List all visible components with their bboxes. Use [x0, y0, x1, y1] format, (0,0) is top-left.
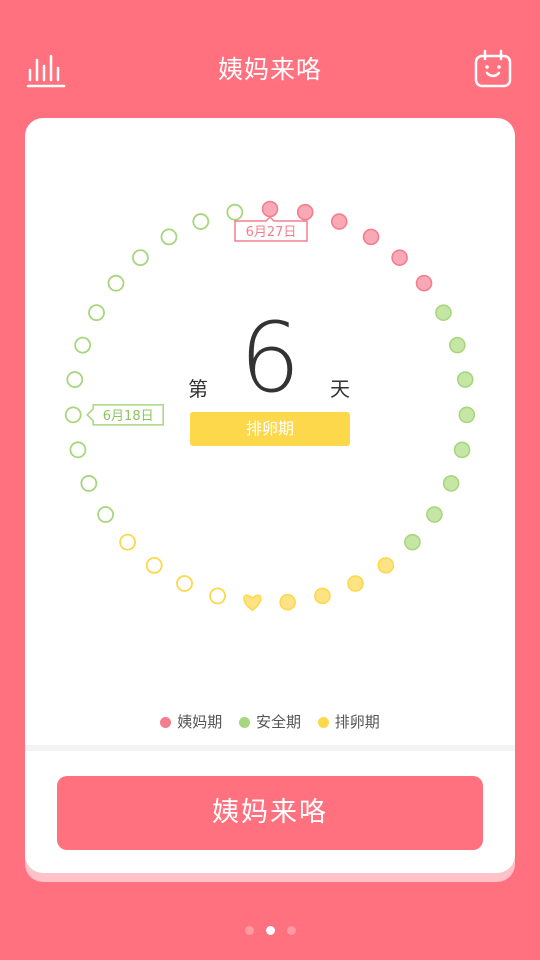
cycle-day-dot	[415, 274, 433, 292]
ovulation-dot-icon	[317, 717, 329, 728]
cycle-day-dot	[80, 475, 98, 492]
safe-start-tag: 6月18日	[86, 404, 164, 426]
cycle-day-dot	[377, 557, 395, 574]
cycle-day-dot	[209, 587, 226, 605]
cycle-day-dot	[458, 406, 476, 424]
safe-start-label: 6月18日	[103, 409, 154, 424]
legend-label: 安全期	[255, 713, 301, 731]
legend-label: 排卵期	[334, 713, 380, 731]
cycle-day-dot	[145, 556, 163, 574]
day-suffix: 天	[330, 377, 350, 401]
cycle-day-dot	[107, 274, 125, 292]
cycle-day-dot	[279, 593, 296, 611]
cycle-day-dot	[442, 475, 460, 492]
page-indicator	[0, 920, 540, 939]
cycle-day-dot	[456, 371, 474, 388]
cycle-day-dot	[74, 336, 92, 354]
period-start-tag: 6月27日	[234, 215, 308, 242]
cycle-day-dot	[261, 200, 279, 218]
pager-dot[interactable]	[286, 926, 296, 935]
cycle-day-dot	[66, 371, 84, 388]
cycle-day-dot	[435, 304, 452, 321]
cycle-day-dot	[176, 575, 193, 592]
legend-item-ovulation: 排卵期	[317, 711, 380, 732]
cycle-day-dot	[64, 406, 82, 424]
safe-dot-icon	[238, 717, 250, 728]
cycle-day-dot	[391, 249, 408, 266]
period-start-label: 6月27日	[246, 225, 297, 240]
cycle-day-dot	[226, 203, 244, 221]
cycle-day-dot	[426, 506, 443, 523]
period-start-button[interactable]: 姨妈来咯	[57, 776, 483, 850]
cycle-day-dot	[131, 249, 149, 267]
cycle-day-dot	[88, 304, 105, 322]
cycle-day-dot	[192, 213, 210, 230]
pager-dot-active[interactable]	[265, 926, 275, 935]
day-prefix: 第	[188, 377, 208, 401]
page-title: 姨妈来咯	[217, 55, 322, 84]
cycle-day-dot	[119, 533, 137, 551]
cycle-day-dot	[160, 228, 178, 246]
cycle-day-dot	[314, 587, 331, 605]
cycle-card: 6月27日 6月18日 第 6 天 排卵期 姨妈期 安全期 排卵期 姨妈来咯	[25, 118, 515, 873]
period-dot-icon	[160, 717, 172, 728]
legend-item-safe: 安全期	[238, 711, 301, 732]
ovulation-heart-icon	[243, 594, 262, 612]
cycle-day-dot	[97, 506, 114, 523]
header: 姨妈来咯	[0, 0, 540, 135]
legend-label: 姨妈期	[177, 713, 223, 731]
phase-badge: 排卵期	[190, 412, 350, 446]
cycle-day-dot	[404, 533, 421, 551]
cycle-day-dot	[347, 575, 364, 592]
cycle-day-dot	[296, 203, 314, 221]
cycle-day-dot	[453, 441, 471, 459]
cycle-day-dot	[362, 228, 380, 246]
cycle-day-dot	[69, 441, 87, 459]
pager-dot[interactable]	[244, 926, 254, 935]
cycle-day-dot	[330, 213, 348, 230]
day-number: 6	[239, 302, 301, 414]
calendar-icon[interactable]	[472, 48, 514, 90]
legend-item-period: 姨妈期	[160, 711, 222, 732]
divider	[25, 745, 515, 751]
legend: 姨妈期 安全期 排卵期	[25, 711, 515, 732]
cycle-day-dot	[449, 336, 466, 354]
